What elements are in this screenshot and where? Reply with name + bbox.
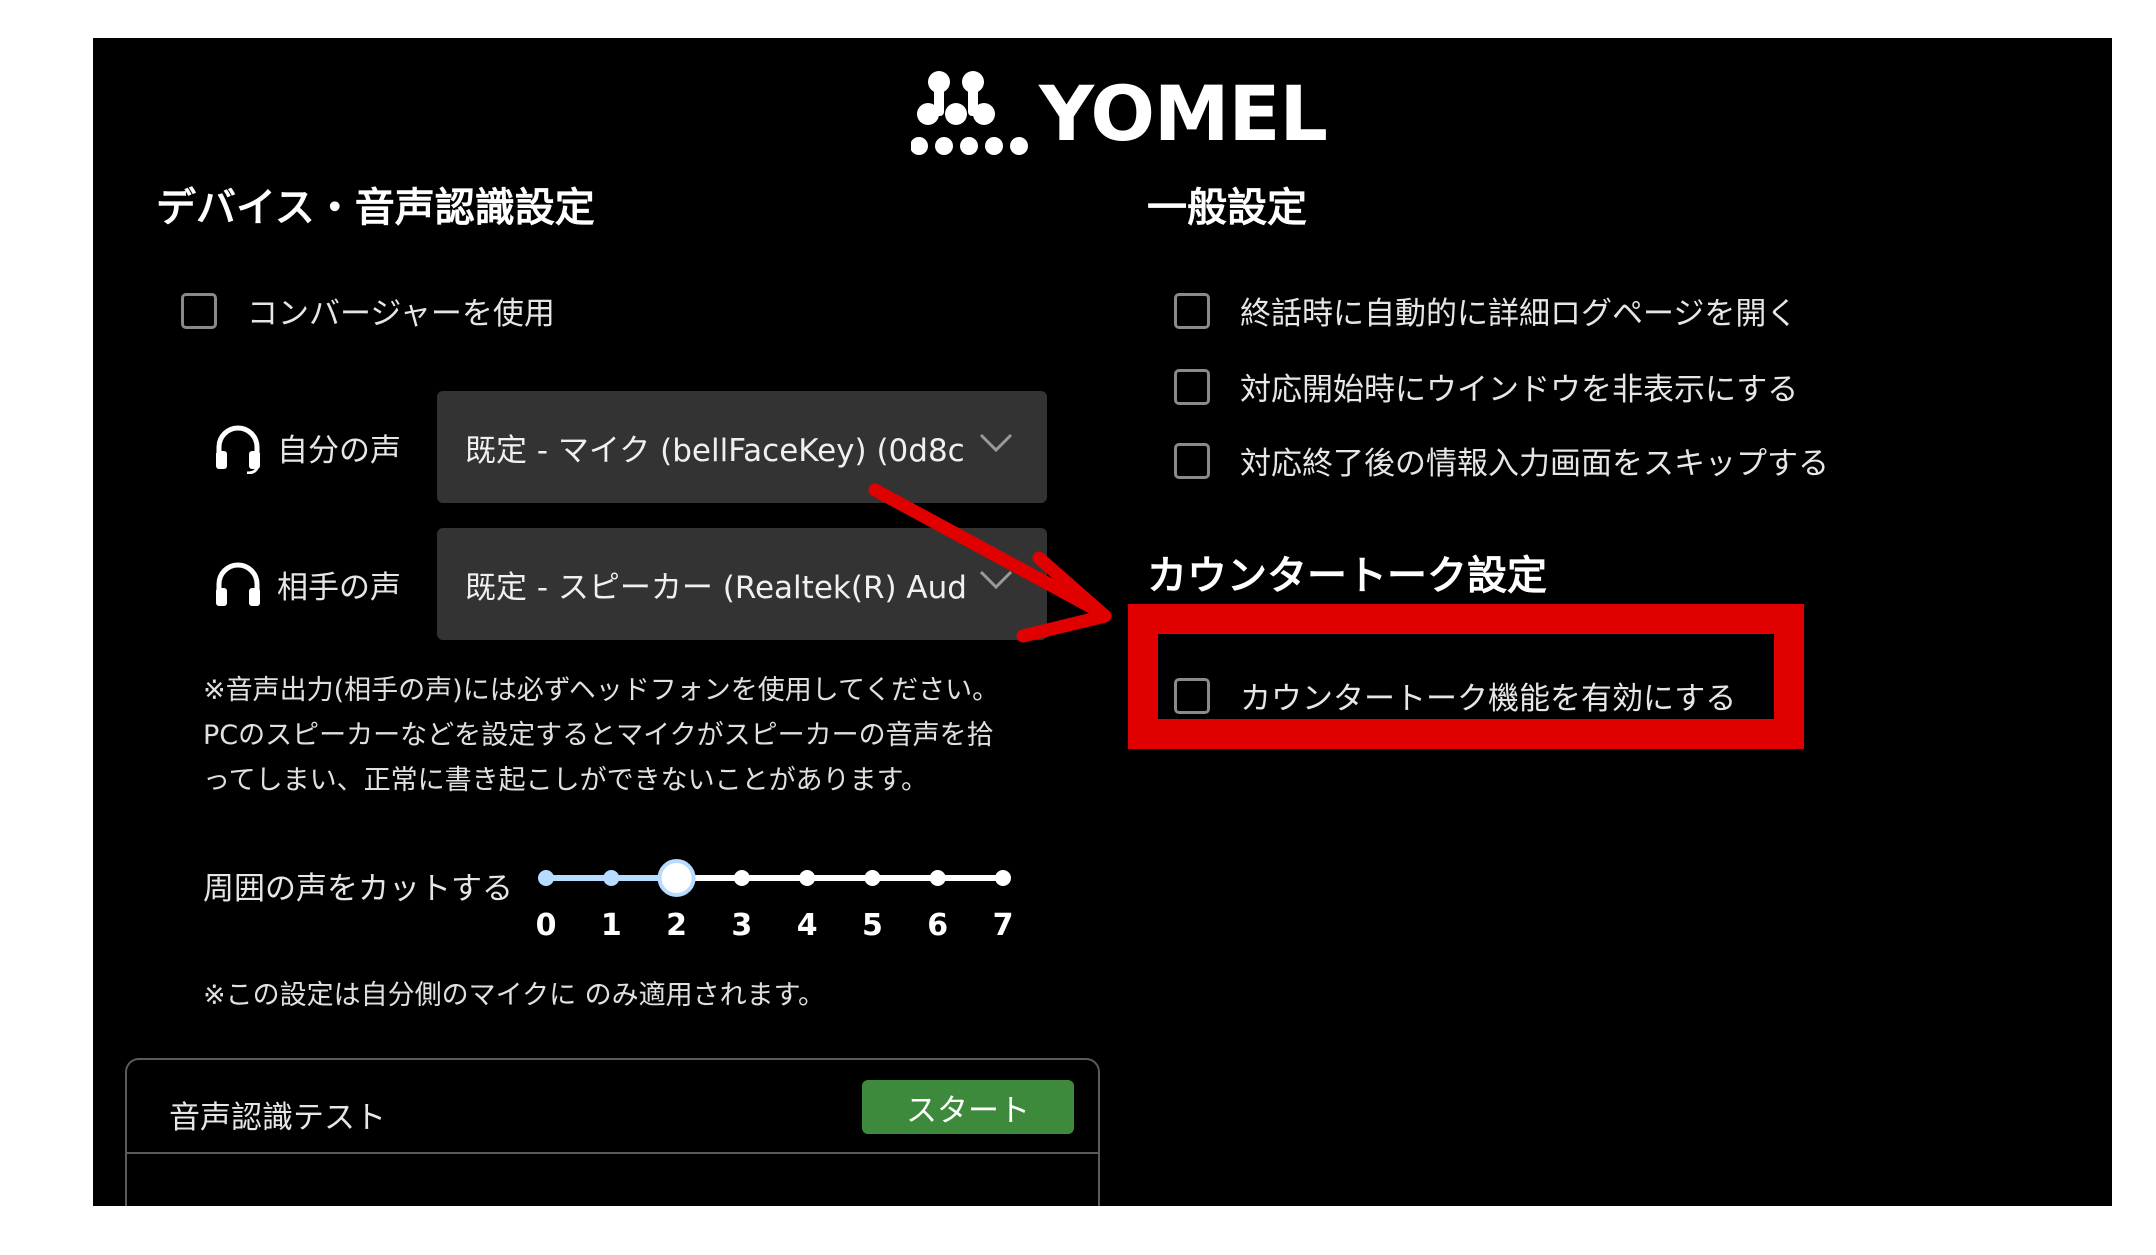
auto-open-log-checkbox[interactable] xyxy=(1174,292,1210,329)
panel-divider xyxy=(127,1152,1098,1154)
auto-open-log-label: 終話時に自動的に詳細ログページを開く xyxy=(1240,296,1798,332)
slider-tick-label: 1 xyxy=(600,908,622,943)
chevron-down-icon xyxy=(979,433,1013,453)
slider-tick-label: 3 xyxy=(731,908,753,943)
skip-info-input-option[interactable]: 対応終了後の情報入力画面をスキップする xyxy=(1174,438,1829,483)
my-voice-row: 自分の声 既定 - マイク (bellFaceKey) (0d8c xyxy=(211,391,1047,503)
converter-option[interactable]: コンバージャーを使用 xyxy=(181,288,555,333)
note-line: PCのスピーカーなどを設定するとマイクがスピーカーの音声を拾 xyxy=(203,720,994,751)
slider-tick-label: 4 xyxy=(796,908,818,943)
slider-tick-label: 7 xyxy=(992,908,1014,943)
headphones-icon xyxy=(216,425,260,474)
skip-info-input-checkbox[interactable] xyxy=(1174,442,1210,479)
speech-test-title: 音声認識テスト xyxy=(169,1100,386,1136)
slider-thumb[interactable] xyxy=(657,859,696,897)
other-voice-value: 既定 - スピーカー (Realtek(R) Aud xyxy=(465,569,965,606)
slider-tick-label: 2 xyxy=(666,908,687,943)
highlight-box xyxy=(1128,604,1804,749)
settings-window: YOMEL デバイス・音声認識設定 コンバージャーを使用 自分の声 既定 - マ… xyxy=(93,38,2112,1206)
slider-stop[interactable] xyxy=(538,870,554,886)
headphones-icon xyxy=(216,562,260,606)
device-settings-title: デバイス・音声認識設定 xyxy=(156,185,595,231)
slider-stop[interactable] xyxy=(733,870,750,886)
start-button[interactable]: スタート xyxy=(862,1080,1074,1134)
speech-test-panel: 音声認識テスト スタート xyxy=(125,1058,1100,1206)
brand-wordmark: YOMEL xyxy=(1039,68,1328,158)
slider-stop[interactable] xyxy=(864,870,881,886)
hide-window-label: 対応開始時にウインドウを非表示にする xyxy=(1240,372,1799,408)
other-voice-row: 相手の声 既定 - スピーカー (Realtek(R) Aud xyxy=(211,528,1047,640)
note-line: ※音声出力(相手の声)には必ずヘッドフォンを使用してください。 xyxy=(203,675,1000,706)
brand-logo: YOMEL xyxy=(911,58,1328,168)
converter-checkbox[interactable] xyxy=(181,292,217,329)
chevron-down-icon xyxy=(979,570,1013,590)
headphone-warning: ※音声出力(相手の声)には必ずヘッドフォンを使用してください。 PCのスピーカー… xyxy=(203,668,1083,803)
counter-talk-title: カウンタートーク設定 xyxy=(1147,553,1547,599)
general-settings-title: 一般設定 xyxy=(1147,185,1307,231)
yomel-logo-icon xyxy=(911,71,1028,155)
hide-window-checkbox[interactable] xyxy=(1174,368,1210,405)
noise-cut-note: ※この設定は自分側のマイクに のみ適用されます。 xyxy=(203,980,825,1011)
slider-stop[interactable] xyxy=(799,870,816,886)
slider-tick-label: 6 xyxy=(927,908,949,943)
slider-tick-label: 0 xyxy=(535,908,557,943)
my-voice-value: 既定 - マイク (bellFaceKey) (0d8c xyxy=(465,432,965,469)
other-voice-label: 相手の声 xyxy=(277,569,401,606)
slider-track[interactable] xyxy=(536,848,1016,908)
slider-stop[interactable] xyxy=(603,870,620,886)
skip-info-input-label: 対応終了後の情報入力画面をスキップする xyxy=(1240,446,1829,482)
noise-cut-slider[interactable]: 0 1 2 3 4 5 6 7 xyxy=(536,848,1016,958)
slider-tick-label: 5 xyxy=(861,908,883,943)
other-voice-select[interactable]: 既定 - スピーカー (Realtek(R) Aud xyxy=(437,528,1047,640)
slider-stop[interactable] xyxy=(929,870,946,886)
note-line: ってしまい、正常に書き起こしができないことがあります。 xyxy=(203,765,928,796)
converter-label: コンバージャーを使用 xyxy=(247,296,555,332)
my-voice-label: 自分の声 xyxy=(277,432,401,469)
auto-open-log-option[interactable]: 終話時に自動的に詳細ログページを開く xyxy=(1174,288,1797,333)
noise-cut-label: 周囲の声をカットする xyxy=(203,871,513,907)
my-voice-select[interactable]: 既定 - マイク (bellFaceKey) (0d8c xyxy=(437,391,1047,503)
hide-window-option[interactable]: 対応開始時にウインドウを非表示にする xyxy=(1174,364,1798,409)
slider-stop[interactable] xyxy=(995,870,1011,886)
